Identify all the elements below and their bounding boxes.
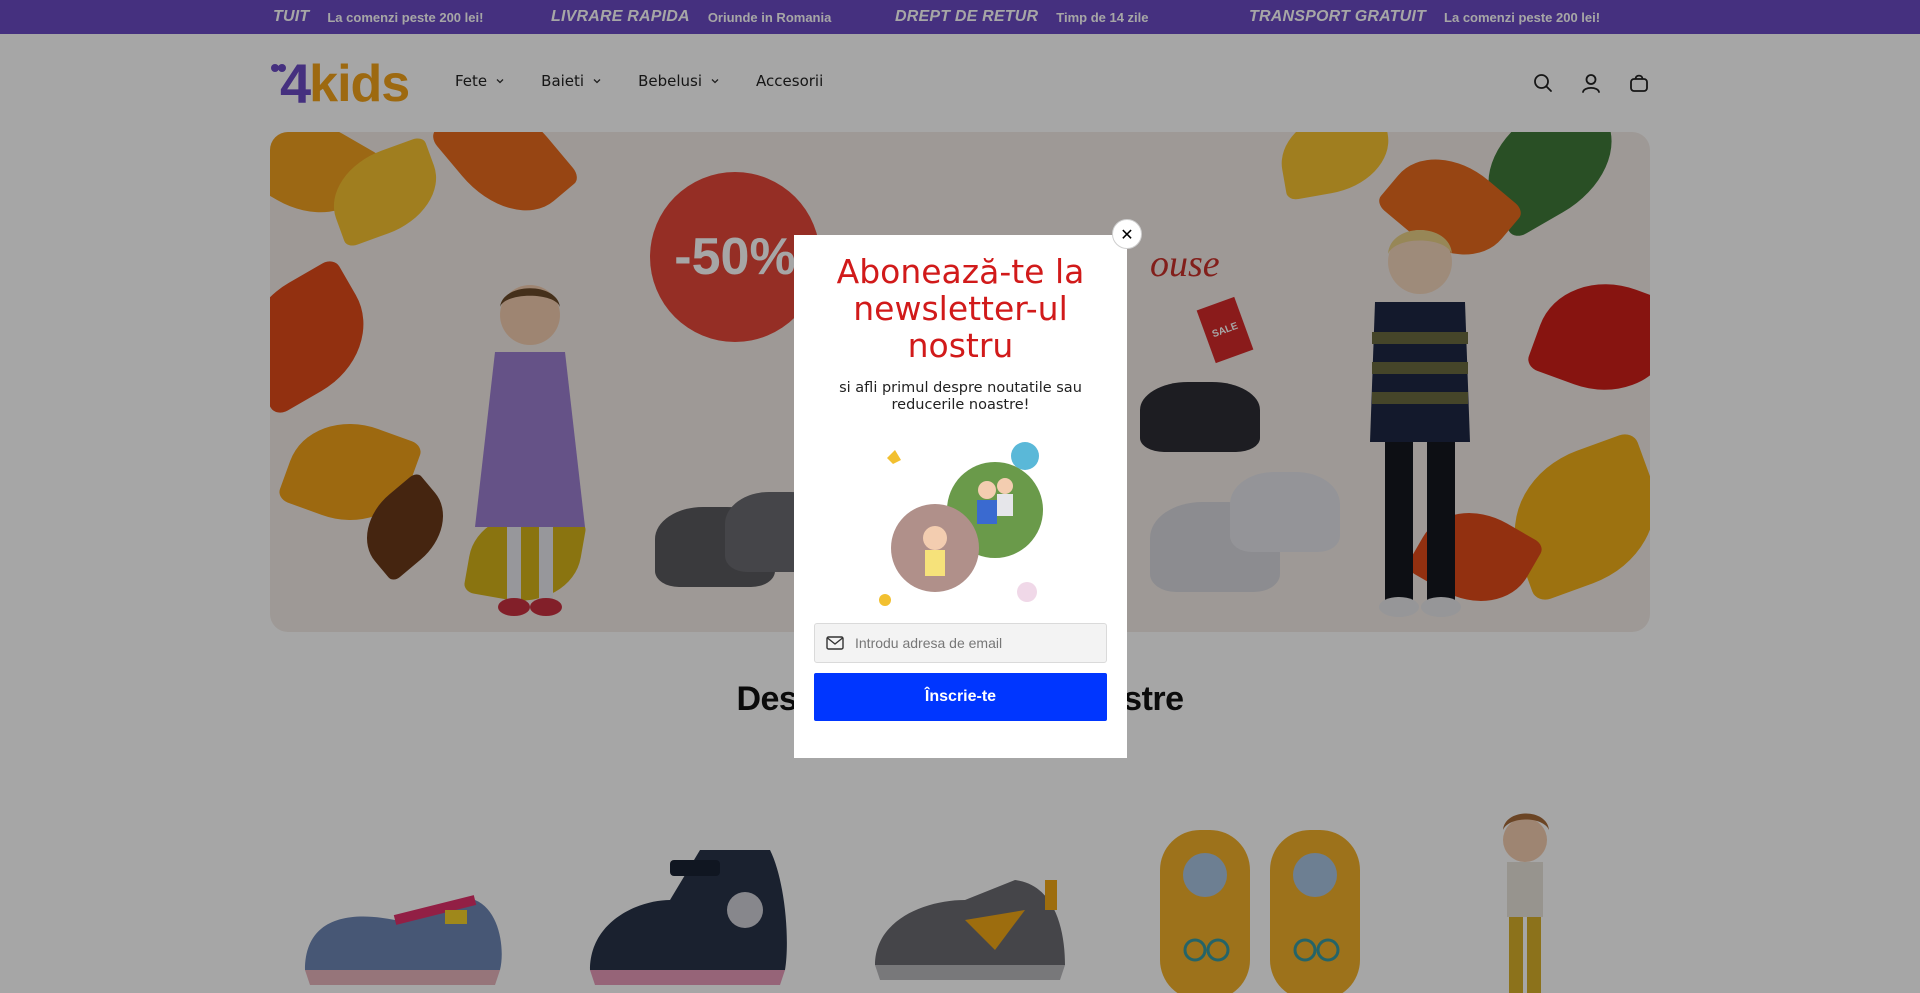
modal-title: Abonează-te la newsletter-ul nostru — [836, 252, 1085, 365]
subscribe-button[interactable]: Înscrie-te — [814, 673, 1107, 721]
newsletter-modal: Abonează-te la newsletter-ul nostru si a… — [794, 235, 1127, 758]
mail-icon — [826, 636, 844, 650]
email-input[interactable] — [855, 635, 1095, 651]
close-icon[interactable]: ✕ — [1112, 219, 1142, 249]
email-field-wrapper[interactable] — [814, 623, 1107, 663]
modal-subtitle: si afli primul despre noutatile sau redu… — [839, 380, 1082, 413]
kids-photo-collage — [877, 440, 1043, 608]
